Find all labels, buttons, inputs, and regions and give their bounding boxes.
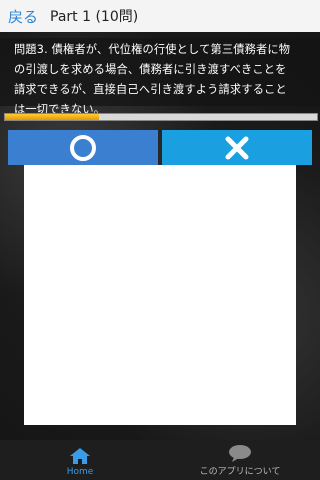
circle-icon: [70, 134, 96, 161]
question-box: 問題3. 債権者が、代位権の行使として第三債務者に物 の引渡しを求める場合、債務…: [0, 38, 320, 116]
answer-false-button[interactable]: [162, 130, 312, 165]
answer-true-button[interactable]: [8, 130, 158, 165]
question-line: の引渡しを求める場合、債務者に引き渡すべきことを: [14, 63, 287, 76]
progress-bar: [4, 113, 318, 121]
tab-home[interactable]: Home: [0, 440, 160, 480]
progress-fill: [5, 114, 99, 120]
tab-about[interactable]: このアプリについて: [160, 440, 320, 480]
bottom-tab-bar: Home このアプリについて: [0, 440, 320, 480]
answer-panel: [24, 165, 296, 425]
speech-bubble-icon: [229, 445, 251, 462]
cross-icon: [225, 136, 249, 159]
tab-home-label: Home: [66, 467, 94, 477]
back-button[interactable]: 戻る: [8, 6, 38, 27]
home-icon: [70, 448, 90, 464]
tab-about-label: このアプリについて: [199, 467, 281, 477]
question-line: 請求できるが、直接自己へ引き渡すよう請求すること: [14, 83, 287, 96]
question-line: 問題3. 債権者が、代位権の行使として第三債務者に物: [14, 43, 291, 56]
page-title: Part 1 (10問): [50, 9, 139, 25]
header-bar: 戻る Part 1 (10問): [0, 0, 320, 32]
